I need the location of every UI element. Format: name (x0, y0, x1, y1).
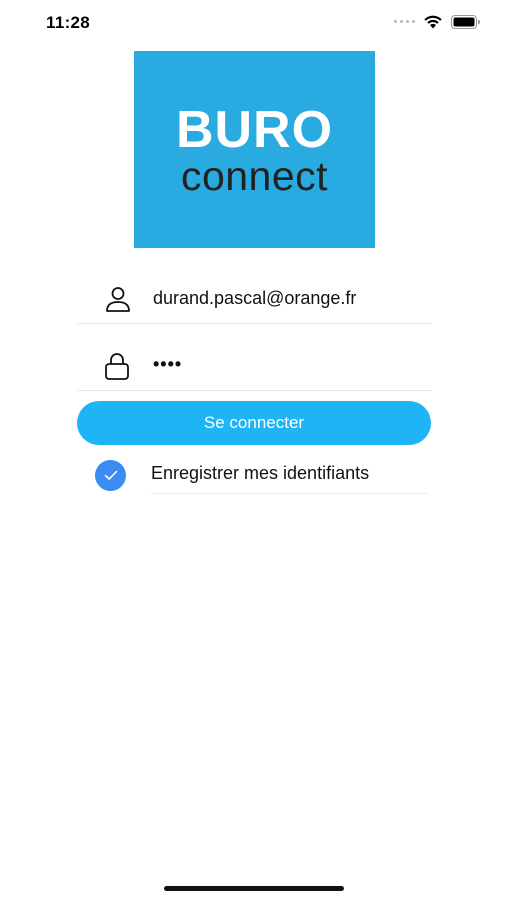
remember-credentials-row[interactable]: Enregistrer mes identifiants (95, 456, 431, 494)
logo-text-buro: BURO (175, 101, 334, 159)
lock-icon (105, 352, 129, 380)
wifi-icon (424, 15, 442, 29)
logo-text-connect: connect (180, 153, 329, 199)
remember-checkbox[interactable] (95, 460, 126, 491)
login-button[interactable]: Se connecter (77, 401, 431, 445)
checkmark-icon (104, 470, 117, 480)
user-icon (106, 286, 130, 312)
status-icons (394, 14, 481, 29)
username-input[interactable]: durand.pascal@orange.fr (153, 288, 356, 309)
username-field[interactable]: durand.pascal@orange.fr (77, 274, 431, 324)
battery-icon (451, 14, 480, 29)
password-input[interactable]: •••• (153, 354, 182, 375)
buro-connect-logo: BURO connect (134, 51, 375, 248)
home-indicator[interactable] (164, 886, 344, 891)
status-time: 11:28 (46, 13, 91, 32)
password-field[interactable]: •••• (77, 341, 431, 391)
login-screen: 11:28 BURO connect durand.pascal@orange.… (0, 0, 507, 900)
cellular-signal-icon (394, 20, 415, 23)
divider (151, 493, 428, 494)
remember-label: Enregistrer mes identifiants (151, 463, 370, 483)
